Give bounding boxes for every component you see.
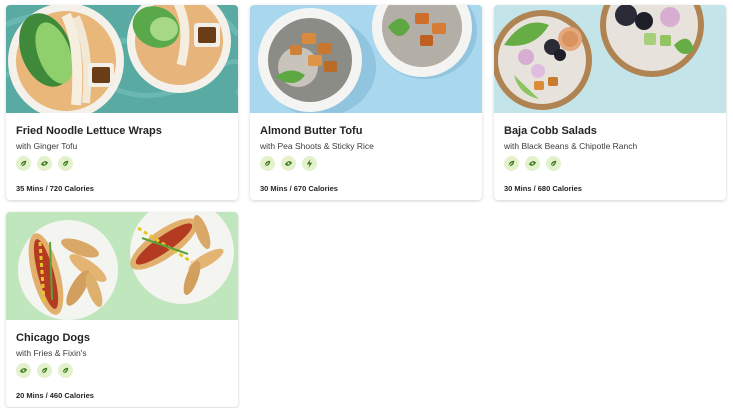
recipe-tags (16, 363, 73, 378)
recipe-subtitle: with Fries & Fixin's (16, 348, 87, 358)
recipe-card-body: Fried Noodle Lettuce Wraps with Ginger T… (16, 113, 230, 200)
recipe-tags (260, 156, 317, 171)
recipe-subtitle: with Ginger Tofu (16, 141, 78, 151)
recipe-time-calories: 20 Mins / 460 Calories (16, 391, 94, 400)
recipe-title[interactable]: Almond Butter Tofu (260, 125, 362, 137)
swirl-tag-icon (525, 156, 540, 171)
leaf-tag-icon (546, 156, 561, 171)
recipe-subtitle: with Black Beans & Chipotle Ranch (504, 141, 638, 151)
recipe-card[interactable]: Fried Noodle Lettuce Wraps with Ginger T… (6, 5, 238, 200)
recipe-card-body: Almond Butter Tofu with Pea Shoots & Sti… (260, 113, 474, 200)
recipe-image[interactable] (6, 5, 238, 113)
recipe-subtitle: with Pea Shoots & Sticky Rice (260, 141, 374, 151)
recipe-card[interactable]: Baja Cobb Salads with Black Beans & Chip… (494, 5, 726, 200)
recipe-time-calories: 30 Mins / 670 Calories (260, 184, 338, 193)
recipe-image[interactable] (494, 5, 726, 113)
recipe-tags (16, 156, 73, 171)
recipe-title[interactable]: Baja Cobb Salads (504, 125, 597, 137)
recipe-card-body: Baja Cobb Salads with Black Beans & Chip… (504, 113, 718, 200)
bolt-tag-icon (302, 156, 317, 171)
recipe-time-calories: 35 Mins / 720 Calories (16, 184, 94, 193)
recipe-tags (504, 156, 561, 171)
recipe-image[interactable] (250, 5, 482, 113)
leaf-tag-icon (504, 156, 519, 171)
recipe-image[interactable] (6, 212, 238, 320)
swirl-tag-icon (281, 156, 296, 171)
recipe-time-calories: 30 Mins / 680 Calories (504, 184, 582, 193)
leaf-tag-icon (16, 156, 31, 171)
swirl-tag-icon (16, 363, 31, 378)
leaf-tag-icon (58, 363, 73, 378)
recipe-card[interactable]: Chicago Dogs with Fries & Fixin's 20 Min… (6, 212, 238, 407)
swirl-tag-icon (37, 156, 52, 171)
leaf-tag-icon (37, 363, 52, 378)
leaf-tag-icon (260, 156, 275, 171)
recipe-title[interactable]: Fried Noodle Lettuce Wraps (16, 125, 162, 137)
recipe-card[interactable]: Almond Butter Tofu with Pea Shoots & Sti… (250, 5, 482, 200)
recipe-title[interactable]: Chicago Dogs (16, 332, 90, 344)
recipe-card-body: Chicago Dogs with Fries & Fixin's 20 Min… (16, 320, 230, 407)
leaf-tag-icon (58, 156, 73, 171)
recipe-grid: Fried Noodle Lettuce Wraps with Ginger T… (0, 0, 733, 408)
